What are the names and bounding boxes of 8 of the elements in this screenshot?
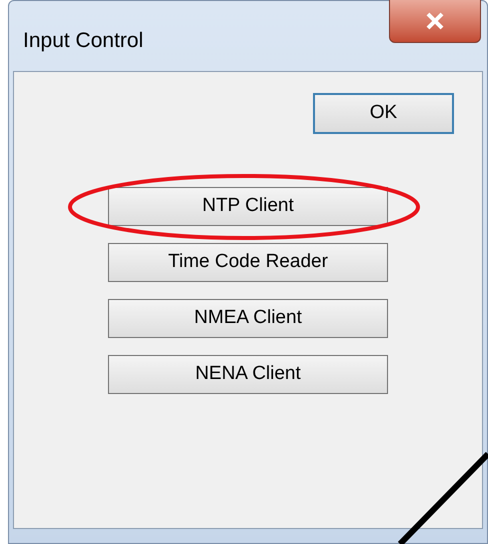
option-button[interactable]: Time Code Reader xyxy=(108,243,388,282)
window-title: Input Control xyxy=(23,28,144,54)
ok-button[interactable]: OK xyxy=(313,93,454,134)
close-button[interactable] xyxy=(389,0,481,43)
close-icon xyxy=(425,12,445,30)
option-button[interactable]: NENA Client xyxy=(108,355,388,394)
option-button[interactable]: NMEA Client xyxy=(108,299,388,338)
option-button[interactable]: NTP Client xyxy=(108,187,388,226)
